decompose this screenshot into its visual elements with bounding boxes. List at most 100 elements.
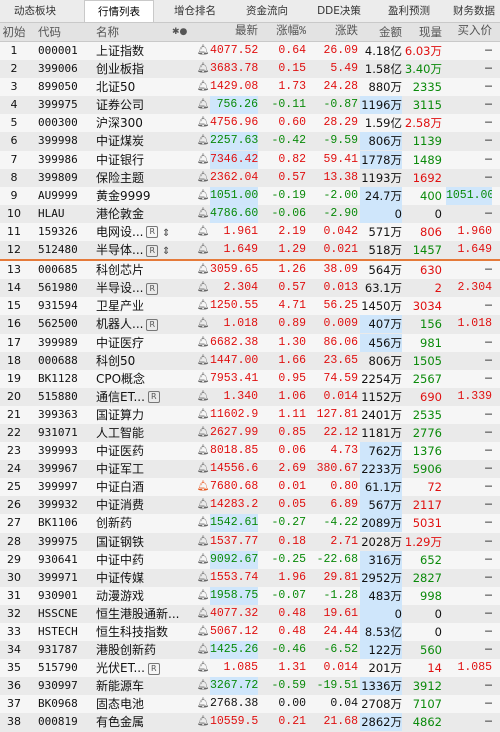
table-row[interactable]: 26 399932 中证消费 🔔︎14283.26 0.05 6.89567万 2117 — [0,496,500,515]
table-row[interactable]: 38 000819 有色金属 🔔︎10559.50 0.21 21.682862万 4862… [0,713,500,732]
alarm-bell-icon[interactable]: 🔔︎ [196,261,210,279]
tab-position-rank[interactable]: 增仓排名 [160,0,230,22]
alarm-bell-icon[interactable]: 🔔︎ [196,677,210,695]
alarm-bell-icon[interactable]: 🔔︎ [196,478,210,496]
table-row[interactable]: 30 399971 中证传媒 🔔︎ 1553.74 1.96 29.81 2952万 2827 — [0,568,500,587]
table-row[interactable]: 21 399363 国证算力 🔔︎11602.94 1.11 127.812401万 253… [0,405,500,424]
header-bid[interactable]: 买入价 [446,23,493,41]
table-row[interactable]: 9 AU9999 黄金9999 🔔︎ 1051.00 -0.19 -2.00 24.7万 400… [0,186,500,205]
alarm-bell-icon[interactable]: 🔔︎ [196,78,210,96]
alarm-bell-icon[interactable]: 🔔︎ [196,132,210,150]
table-row[interactable]: 2 399006 创业板指 🔔︎ 3683.78 0.15 5.49 1.58亿 3.40万 — [0,60,500,79]
alarm-bell-icon[interactable]: 🔔︎ [196,460,210,478]
table-row[interactable]: 6 399998 中证煤炭 🔔︎ 2257.63 -0.42 -9.59 806万 1139 — [0,132,500,151]
alarm-bell-icon[interactable]: 🔔︎ [196,496,210,514]
alarm-bell-icon[interactable]: 🔔︎ [196,187,210,205]
alarm-bell-icon[interactable]: 🔔︎ [196,315,210,333]
alarm-bell-icon[interactable]: 🔔︎ [196,605,210,623]
tab-fund-flow[interactable]: 资金流向 [232,0,302,22]
tab-dde[interactable]: DDE决策 [304,0,374,22]
header-code[interactable]: 代码 [38,23,96,41]
alarm-bell-icon[interactable]: 🔔︎ [196,713,210,731]
alarm-bell-icon[interactable]: 🔔︎ [196,424,210,442]
tab-profit-forecast[interactable]: 盈利预测 [374,0,444,22]
alarm-bell-icon[interactable]: 🔔︎ [196,406,210,424]
table-row[interactable]: 24 399967 中证军工 🔔︎14556.67 2.69 380.672233万 590… [0,460,500,479]
table-row[interactable]: 37 BK0968 固态电池 🔔︎ 2768.38 0.00 0.04 2708万 7107 — [0,695,500,714]
alarm-bell-icon[interactable]: 🔔︎ [196,205,210,223]
table-row[interactable]: 28 399975 国证钢铁 🔔︎ 1537.77 0.18 2.71 2028万 1.29万 — [0,532,500,551]
table-row[interactable]: 12 512480 半导体... R ⇕ 🔔︎ 1.649 1.29 0.021 518万 1457… [0,241,500,260]
alarm-bell-icon[interactable]: 🔔︎ [196,388,210,406]
table-row[interactable]: 14 561980 半导设... R 🔔︎ 2.304 0.57 0.013 63.1万 2 2.3… [0,279,500,298]
row-change: 2.71 [330,534,358,548]
alarm-bell-icon[interactable]: 🔔︎ [196,114,210,132]
table-row[interactable]: 29 930641 中证中药 🔔︎ 9092.67 -0.25 -22.68 316万 652 — [0,550,500,569]
table-row[interactable]: 19 BK1128 CPO概念 🔔︎ 7953.41 0.95 74.59 2254万 2567… [0,369,500,388]
header-volume[interactable]: 现量 [404,23,442,41]
alarm-bell-icon[interactable]: 🔔︎ [196,241,210,259]
alarm-bell-icon[interactable]: 🔔︎ [196,659,210,677]
row-change-pct: 0.21 [278,715,306,729]
table-row[interactable]: 22 931071 人工智能 🔔︎ 2627.99 0.85 22.12 1181万 2776 — [0,423,500,443]
header-initial[interactable]: 初始 [0,23,28,41]
alarm-bell-icon[interactable]: 🔔︎ [196,442,210,460]
table-row[interactable]: 32 HSSCNE 恒生港股通新... 🔔︎ 4077.32 0.48 19.61 0 0— [0,604,500,623]
alarm-bell-icon[interactable]: 🔔︎ [196,60,210,78]
row-name-text: 创业板指 [96,62,145,77]
table-row[interactable]: 13 000685 科创芯片 🔔︎ 3059.65 1.26 38.09 564万 630 — [0,261,500,280]
table-row[interactable]: 35 515790 光伏ET... R 🔔︎ 1.085 1.31 0.014 201万 14 1.… [0,659,500,678]
alarm-bell-icon[interactable]: 🔔︎ [196,352,210,370]
table-row[interactable]: 20 515880 通信ET... R 🔔︎ 1.340 1.06 0.014 1152万 690… [0,387,500,406]
alarm-bell-icon[interactable]: 🔔︎ [196,96,210,114]
table-row[interactable]: 7 399986 中证银行 🔔︎ 7346.42 0.82 59.41 1778万 1489 — [0,150,500,169]
table-row[interactable]: 15 931594 卫星产业 🔔︎ 1250.55 4.71 56.25 1450万 3034 — [0,297,500,316]
row-change-pct: 0.57 [278,170,306,184]
table-row[interactable]: 36 930997 新能源车 🔔︎ 3267.72 -0.59 -19.51 1336万 391… [0,677,500,696]
alarm-bell-icon[interactable]: 🔔︎ [196,42,210,60]
alarm-bell-icon[interactable]: 🔔︎ [196,533,210,551]
alarm-bell-icon[interactable]: 🔔︎ [196,169,210,187]
alarm-bell-icon[interactable]: 🔔︎ [196,223,210,241]
alarm-bell-icon[interactable]: 🔔︎ [196,569,210,587]
alarm-bell-icon[interactable]: 🔔︎ [196,151,210,169]
header-change[interactable]: 涨跌 [308,23,358,41]
table-row[interactable]: 18 000688 科创50 🔔︎ 1447.00 1.66 23.65 806万 1505 — [0,351,500,370]
tab-quote-list[interactable]: 行情列表 [84,0,154,22]
table-row[interactable]: 8 399809 保险主题 🔔︎ 2362.04 0.57 13.38 1193万 1692 — [0,168,500,187]
alarm-bell-icon[interactable]: 🔔︎ [196,514,210,532]
table-row[interactable]: 17 399989 中证医疗 🔔︎ 6682.38 1.30 86.06 456万 981 — [0,333,500,352]
table-row[interactable]: 11 159326 电网设... R ⇕ 🔔︎ 1.961 2.19 0.042 571万 806 1… [0,222,500,242]
table-row[interactable]: 4 399975 证券公司 🔔︎ 756.26 -0.11 -0.87 1196万 3115 — [0,96,500,115]
table-row[interactable]: 31 930901 动漫游戏 🔔︎ 1958.75 -0.07 -1.28 483万 998 — [0,586,500,605]
table-row[interactable]: 25 399997 中证白酒 🔔︎ 7680.68 0.01 0.80 61.1万 72 — [0,478,500,497]
alarm-bell-icon[interactable]: 🔔︎ [196,695,210,713]
row-amount: 122万 [360,641,402,660]
header-marker-icons[interactable]: ✱● [172,23,196,41]
table-row[interactable]: 16 562500 机器人... R 🔔︎ 1.018 0.89 0.009 407万 156 1.… [0,315,500,334]
header-change-pct[interactable]: 涨幅% [262,23,306,41]
alarm-bell-icon[interactable]: 🔔︎ [196,641,210,659]
table-row[interactable]: 27 BK1106 创新药 🔔︎ 1542.61 -0.27 -4.22 2089万 5031 — [0,514,500,533]
row-bid-price: — [485,715,492,729]
header-amount[interactable]: 金额 [360,23,402,41]
table-row[interactable]: 3 899050 北证50 🔔︎ 1429.08 1.73 24.28 880万 2335 — [0,78,500,97]
table-row[interactable]: 5 000300 沪深300 🔔︎ 4756.96 0.60 28.29 1.59亿 2.58万… [0,114,500,133]
alarm-bell-icon[interactable]: 🔔︎ [196,279,210,297]
table-row[interactable]: 23 399993 中证医药 🔔︎ 8018.85 0.06 4.73 762万 1376 — [0,442,500,461]
alarm-bell-icon[interactable]: 🔔︎ [196,334,210,352]
row-name-text: 北证50 [96,80,136,95]
table-row[interactable]: 10 HLAU 港伦敦金 🔔︎ 4786.60 -0.06 -2.90 0 0— [0,204,500,223]
alarm-bell-icon[interactable]: 🔔︎ [196,623,210,641]
header-latest[interactable]: 最新 [210,23,258,41]
alarm-bell-icon[interactable]: 🔔︎ [196,370,210,388]
tab-financial-data[interactable]: 财务数据 [446,0,500,22]
alarm-bell-icon[interactable]: 🔔︎ [196,297,210,315]
alarm-bell-icon[interactable]: 🔔︎ [196,587,210,605]
row-name: CPO概念 [96,370,194,388]
table-row[interactable]: 34 931787 港股创新药 🔔︎ 1425.26 -0.46 -6.52 122万 560 — [0,641,500,660]
tab-dynamic-sector[interactable]: 动态板块 [0,0,70,22]
alarm-bell-icon[interactable]: 🔔︎ [196,551,210,569]
table-row[interactable]: 33 HSTECH 恒生科技指数 🔔︎ 5067.12 0.48 24.44 8.53亿 0 — [0,623,500,642]
table-row[interactable]: 1 000001 上证指数 🔔︎ 4077.52 0.64 26.09 4.18亿 6.03万 — [0,42,500,61]
